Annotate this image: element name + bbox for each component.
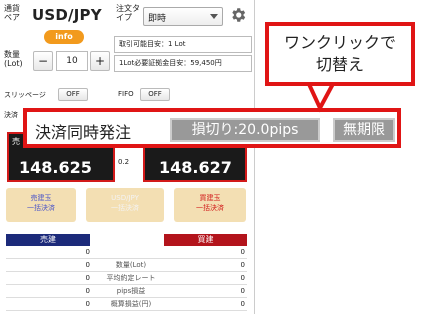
table-row: 0 数量(Lot) 0: [6, 259, 247, 272]
pair-label: 通貨ペア: [4, 4, 20, 22]
settle-order-callout: 決済同時発注 損切り:20.0pips 無期限: [23, 108, 401, 148]
bulk-sell-title: 売建玉: [30, 194, 52, 202]
order-type-value: 即時: [148, 14, 167, 24]
order-type-select[interactable]: 即時: [143, 7, 223, 26]
buy-price: 148.627: [159, 158, 232, 177]
bulk-settle-buy-button[interactable]: 買建玉 一括決済: [174, 188, 246, 222]
tradable-estimate: 取引可能目安：1 Lot: [114, 36, 252, 53]
quantity-minus-button[interactable]: −: [33, 51, 53, 71]
info-button[interactable]: info: [44, 30, 84, 44]
slippage-label: スリッページ: [4, 91, 46, 99]
bulk-settle-sell-button[interactable]: 売建玉 一括決済: [6, 188, 76, 222]
table-row: 0 pips損益 0: [6, 285, 247, 298]
sell-positions-header: 売建: [6, 234, 90, 246]
chevron-down-icon: [210, 14, 218, 19]
gear-icon[interactable]: [229, 6, 247, 24]
spread-value: 0.2: [118, 158, 130, 166]
sell-price: 148.625: [19, 158, 92, 177]
quantity-plus-button[interactable]: +: [90, 51, 110, 71]
sell-label: 売: [12, 137, 20, 146]
quantity-label: 数量(Lot): [4, 50, 23, 68]
fifo-toggle[interactable]: OFF: [140, 88, 170, 101]
bulk-buy-sub: 一括決済: [196, 204, 224, 212]
fifo-label: FIFO: [118, 90, 134, 98]
bubble-line-1: ワンクリックで: [283, 33, 396, 52]
slippage-toggle[interactable]: OFF: [58, 88, 88, 101]
bulk-buy-title: 買建玉: [199, 194, 221, 202]
order-type-label: 注文タイプ: [116, 4, 140, 22]
currency-pair: USD/JPY: [32, 6, 102, 24]
expiry-unlimited-button[interactable]: 無期限: [333, 118, 395, 142]
one-click-switch-bubble: ワンクリックで 切替え: [265, 22, 415, 86]
bubble-line-2: 切替え: [315, 55, 364, 74]
buy-positions-header: 買建: [164, 234, 247, 246]
table-row: 0 平均約定レート 0: [6, 272, 247, 285]
settle-label: 決済: [4, 111, 18, 119]
bulk-all-sub: 一括決済: [111, 204, 139, 212]
settle-order-title: 決済同時発注: [35, 123, 132, 142]
bulk-settle-pair-button[interactable]: USD/JPY 一括決済: [86, 188, 164, 222]
table-row: 0 0: [6, 246, 247, 259]
table-row: 0 概算損益(円) 0: [6, 298, 247, 311]
bulk-all-title: USD/JPY: [111, 194, 139, 202]
stop-loss-button[interactable]: 損切り:20.0pips: [170, 118, 320, 142]
quantity-input[interactable]: 10: [56, 51, 88, 71]
bulk-sell-sub: 一括決済: [27, 204, 55, 212]
margin-estimate: 1Lot必要証拠金目安：59,450円: [114, 55, 252, 72]
order-panel: 通貨ペア USD/JPY 注文タイプ 即時 info 数量(Lot) − 10 …: [0, 0, 255, 314]
